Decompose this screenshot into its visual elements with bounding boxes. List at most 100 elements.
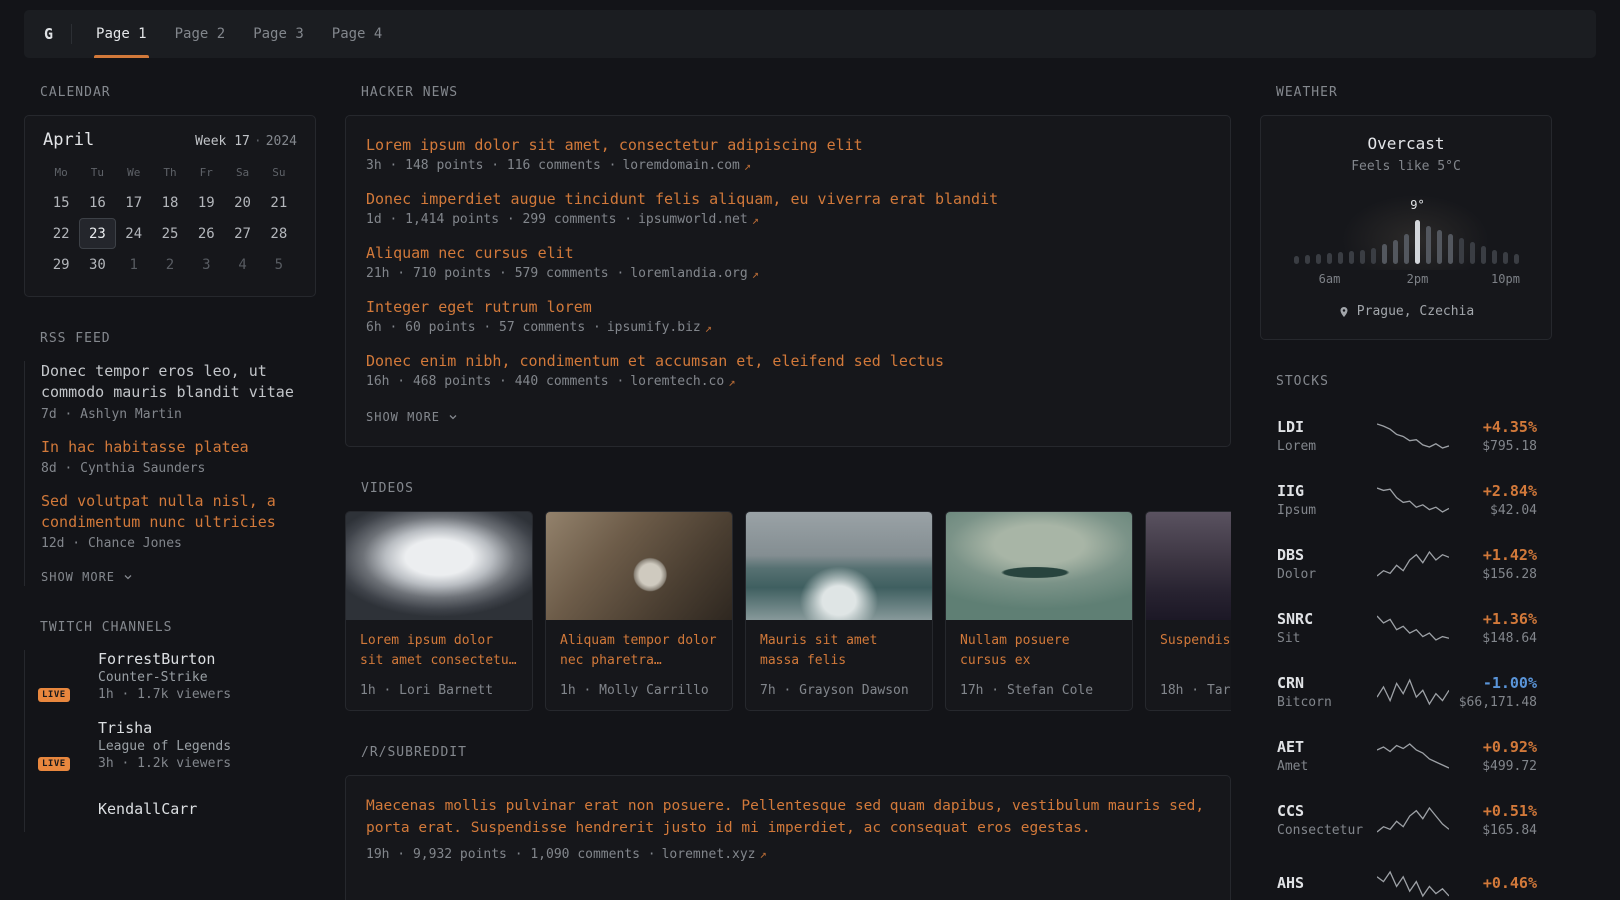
weather-bar [1503, 252, 1508, 264]
twitch-channel[interactable]: KendallCarr [41, 788, 316, 832]
stock-sparkline [1377, 421, 1449, 451]
subreddit-post-title-link[interactable]: Maecenas mollis pulvinar erat non posuer… [366, 796, 1210, 840]
hn-item: Donec imperdiet augue tincidunt felis al… [366, 190, 1210, 227]
video-card[interactable]: Mauris sit amet massa felis 7h · Grayson… [745, 511, 933, 711]
calendar-day: 27 [224, 218, 260, 249]
live-badge: LIVE [38, 757, 70, 771]
stock-row[interactable]: SNRCSit +1.36%$148.64 [1260, 596, 1552, 660]
avatar: LIVE [41, 723, 85, 767]
stock-name: Bitcorn [1277, 695, 1377, 710]
hn-item-domain-link[interactable]: ipsumify.biz↗ [607, 320, 712, 335]
video-meta: 17h · Stefan Cole [946, 683, 1132, 710]
video-title-link[interactable]: Mauris sit amet massa felis [746, 620, 932, 671]
stock-row[interactable]: IIGIpsum +2.84%$42.04 [1260, 468, 1552, 532]
stock-sparkline [1377, 549, 1449, 579]
hn-item-title-link[interactable]: Lorem ipsum dolor sit amet, consectetur … [366, 136, 1210, 154]
stock-row[interactable]: AETAmet +0.92%$499.72 [1260, 724, 1552, 788]
rss-item-title-link[interactable]: In hac habitasse platea [41, 437, 316, 458]
rss-show-more-button[interactable]: SHOW MORE [41, 568, 134, 586]
calendar-day: 26 [188, 218, 224, 249]
hn-item-title-link[interactable]: Donec imperdiet augue tincidunt felis al… [366, 190, 1210, 208]
video-title-link[interactable]: Aliquam tempor dolor nec pharetra… [546, 620, 732, 671]
rss-list: Donec tempor eros leo, ut commodo mauris… [24, 361, 316, 586]
stock-row[interactable]: LDILorem +4.35%$795.18 [1260, 404, 1552, 468]
tab-page-3[interactable]: Page 3 [239, 10, 318, 58]
calendar-week-meta: Week 17·2024 [195, 134, 297, 149]
divider [71, 24, 72, 44]
weather-time-label: 2pm [1407, 272, 1429, 286]
hn-item-meta: 3h · 148 points · 116 comments · loremdo… [366, 158, 1210, 173]
stock-price: $499.72 [1449, 759, 1537, 774]
video-title-link[interactable]: Suspendisse diam [1146, 620, 1231, 651]
hn-item-title-link[interactable]: Aliquam nec cursus elit [366, 244, 1210, 262]
rss-show-more-label: SHOW MORE [41, 570, 115, 584]
hn-item-domain-link[interactable]: ipsumworld.net↗ [638, 212, 759, 227]
calendar-day: 5 [261, 249, 297, 280]
calendar-dow-label: Fr [188, 166, 224, 179]
stock-name: Amet [1277, 759, 1377, 774]
twitch-channel[interactable]: LIVE ForrestBurton Counter-Strike 1h · 1… [41, 650, 316, 702]
video-card[interactable]: Lorem ipsum dolor sit amet consectetu… 1… [345, 511, 533, 711]
weather-bar [1327, 253, 1332, 264]
stock-name: Lorem [1277, 439, 1377, 454]
weather-time-row: 6am2pm10pm [1279, 272, 1533, 288]
hn-item-stats: 21h · 710 points · 579 comments · [366, 266, 624, 281]
stock-ticker: AHS [1277, 874, 1304, 892]
calendar-card: April Week 17·2024 MoTuWeThFrSaSu 151617… [24, 115, 316, 297]
rss-item-title-link[interactable]: Donec tempor eros leo, ut commodo mauris… [41, 361, 316, 404]
tab-page-2[interactable]: Page 2 [161, 10, 240, 58]
subreddit-section-title: /R/SUBREDDIT [345, 745, 1231, 760]
video-card[interactable]: Aliquam tempor dolor nec pharetra… 1h · … [545, 511, 733, 711]
hackernews-show-more-button[interactable]: SHOW MORE [366, 408, 459, 426]
tab-page-4[interactable]: Page 4 [318, 10, 397, 58]
stock-price: $66,171.48 [1449, 695, 1537, 710]
hn-item: Lorem ipsum dolor sit amet, consectetur … [366, 136, 1210, 173]
weather-hourly-chart: 9° [1279, 206, 1533, 264]
video-thumbnail[interactable] [546, 512, 732, 620]
stock-row[interactable]: CCSConsectetur +0.51%$165.84 [1260, 788, 1552, 852]
video-card[interactable]: Nullam posuere cursus ex 17h · Stefan Co… [945, 511, 1133, 711]
stock-row[interactable]: CRNBitcorn -1.00%$66,171.48 [1260, 660, 1552, 724]
app-logo[interactable]: G [44, 25, 71, 43]
hn-item-domain-link[interactable]: loremlandia.org↗ [630, 266, 759, 281]
stock-row[interactable]: DBSDolor +1.42%$156.28 [1260, 532, 1552, 596]
external-link-icon: ↗ [705, 321, 712, 335]
channel-info: KendallCarr [98, 800, 197, 820]
video-thumbnail[interactable] [346, 512, 532, 620]
rss-item-title-link[interactable]: Sed volutpat nulla nisl, a condimentum n… [41, 491, 316, 534]
calendar-dow-label: Tu [79, 166, 115, 179]
video-title-link[interactable]: Nullam posuere cursus ex [946, 620, 1132, 671]
video-thumbnail[interactable] [946, 512, 1132, 620]
subreddit-widget: /R/SUBREDDIT Maecenas mollis pulvinar er… [345, 745, 1231, 900]
twitch-channel[interactable]: LIVE Trisha League of Legends 3h · 1.2k … [41, 719, 316, 771]
hn-item-stats: 6h · 60 points · 57 comments · [366, 320, 601, 335]
hn-item-meta: 16h · 468 points · 440 comments · loremt… [366, 374, 1210, 389]
video-card[interactable]: Suspendisse diam 18h · Tara [1145, 511, 1231, 711]
hn-item-stats: 3h · 148 points · 116 comments · [366, 158, 616, 173]
subreddit-post-domain-link[interactable]: loremnet.xyz↗ [662, 847, 767, 862]
stock-price: $42.04 [1449, 503, 1537, 518]
stock-sparkline [1377, 869, 1449, 899]
stock-ticker: AET [1277, 738, 1304, 756]
calendar-header: April Week 17·2024 [43, 130, 297, 150]
hn-item-domain-link[interactable]: loremtech.co↗ [630, 374, 735, 389]
calendar-section-title: CALENDAR [24, 85, 316, 100]
right-column: WEATHER Overcast Feels like 5°C 9° 6am2p… [1260, 85, 1552, 900]
tab-page-1[interactable]: Page 1 [82, 10, 161, 58]
rss-section-title: RSS FEED [24, 331, 316, 346]
stock-change: -1.00% [1483, 674, 1537, 692]
stock-sparkline [1377, 805, 1449, 835]
video-thumbnail[interactable] [746, 512, 932, 620]
video-thumbnail[interactable] [1146, 512, 1231, 620]
hn-item-title-link[interactable]: Donec enim nibh, condimentum et accumsan… [366, 352, 1210, 370]
weather-bar [1316, 254, 1321, 264]
calendar-day: 2 [152, 249, 188, 280]
avatar [41, 788, 85, 832]
hn-item-title-link[interactable]: Integer eget rutrum lorem [366, 298, 1210, 316]
stock-row[interactable]: AHS +0.46% [1260, 852, 1552, 900]
channel-meta: 1h · 1.7k viewers [98, 687, 231, 702]
video-title-link[interactable]: Lorem ipsum dolor sit amet consectetu… [346, 620, 532, 671]
calendar-widget: CALENDAR April Week 17·2024 MoTuWeThFrSa… [24, 85, 316, 297]
hn-item-domain-link[interactable]: loremdomain.com↗ [622, 158, 751, 173]
video-meta: 1h · Lori Barnett [346, 683, 532, 710]
